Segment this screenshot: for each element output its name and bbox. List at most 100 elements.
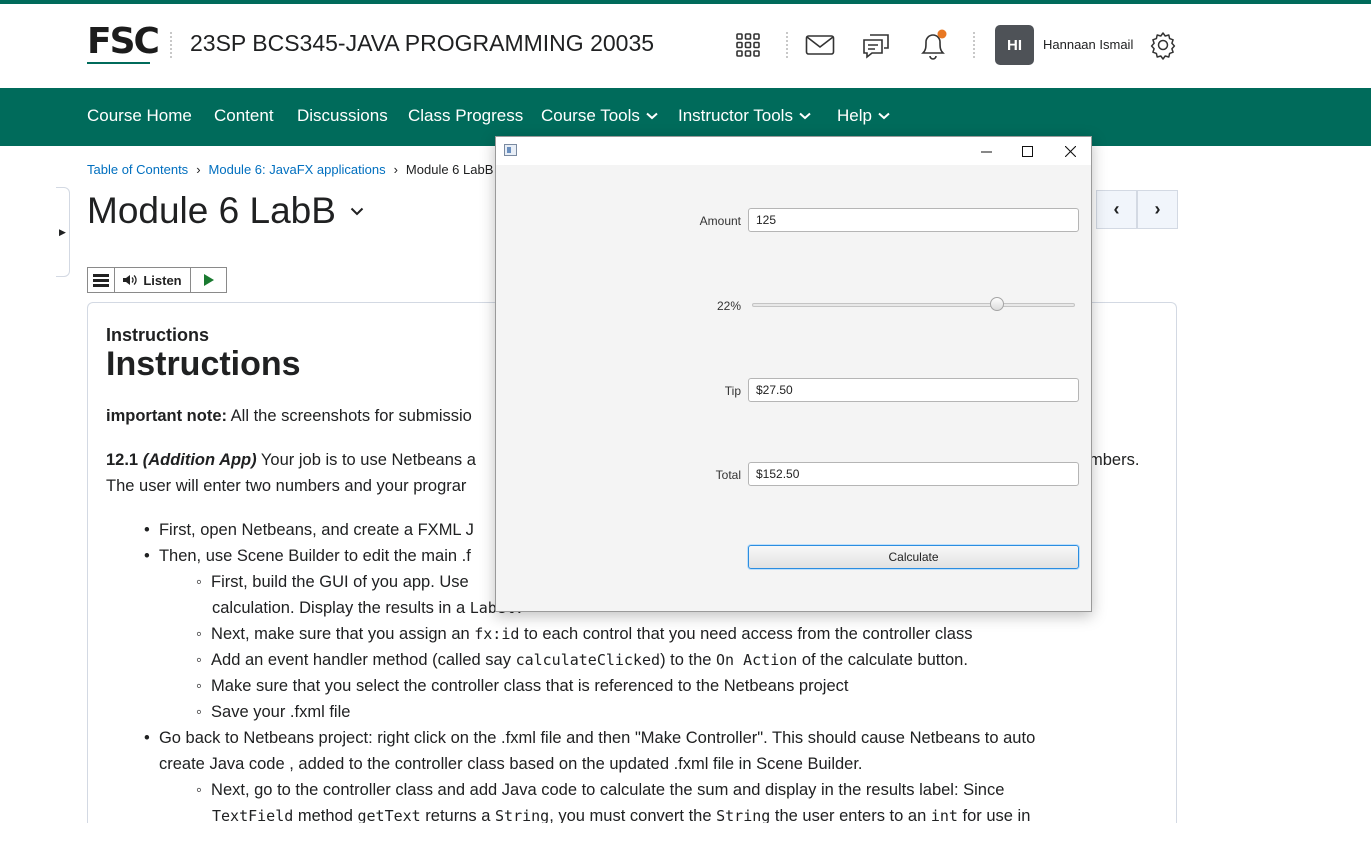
amount-field[interactable] [748, 208, 1079, 232]
list-item: • First, open Netbeans, and create a FXM… [144, 521, 474, 539]
nav-discussions[interactable]: Discussions [297, 106, 388, 126]
apps-grid-icon[interactable] [734, 31, 762, 59]
listen-button[interactable]: Listen [115, 268, 191, 292]
breadcrumb-table-of-contents[interactable]: Table of Contents [87, 162, 188, 177]
window-titlebar[interactable] [496, 137, 1091, 165]
breadcrumb-module-6[interactable]: Module 6: JavaFX applications [209, 162, 386, 177]
close-icon [1064, 145, 1076, 157]
list-item-text: Go back to Netbeans project: right click… [158, 729, 1036, 747]
close-button[interactable] [1050, 140, 1090, 162]
nav-help[interactable]: Help [837, 106, 890, 126]
list-item-text: the user enters to an [770, 807, 931, 823]
minimize-icon [980, 151, 992, 152]
chevron-down-icon [799, 112, 811, 120]
readspeaker-toolbar: Listen [87, 267, 227, 293]
breadcrumb-current: Module 6 LabB [405, 162, 494, 177]
nav-label: Discussions [297, 106, 388, 125]
play-button[interactable] [191, 268, 226, 292]
course-title[interactable]: 23SP BCS345-JAVA PROGRAMMING 20035 [190, 30, 654, 57]
calculate-label: Calculate [888, 550, 939, 564]
note-bold: important note: [106, 407, 227, 425]
list-item-text: Next, make sure that you assign an [211, 625, 475, 643]
chevron-down-icon[interactable] [350, 207, 364, 216]
menu-button[interactable] [88, 268, 115, 292]
list-item: ◦ Add an event handler method (called sa… [196, 651, 968, 669]
page-title-text: Module 6 LabB [87, 190, 336, 231]
breadcrumb-separator: › [196, 162, 201, 177]
listen-label: Listen [143, 272, 182, 288]
tip-slider-thumb[interactable] [990, 297, 1004, 311]
maximize-icon [1021, 145, 1033, 157]
divider [973, 32, 975, 58]
nav-label: Instructor Tools [678, 106, 793, 125]
tip-field[interactable] [748, 378, 1079, 402]
nav-class-progress[interactable]: Class Progress [408, 106, 523, 126]
list-item-continued: create Java code , added to the controll… [159, 755, 863, 773]
list-item-text: ) to the [660, 651, 717, 669]
page-title[interactable]: Module 6 LabB [87, 190, 364, 232]
list-item-text: for use in [957, 807, 1031, 823]
maximize-button[interactable] [1007, 140, 1047, 162]
bell-icon[interactable] [917, 28, 949, 62]
instructions-label: Instructions [106, 325, 210, 345]
list-item: ◦ First, build the GUI of you app. Use [196, 573, 469, 591]
list-item-text: First, build the GUI of you app. Use [211, 573, 469, 591]
side-panel-toggle[interactable]: ▶ [56, 187, 70, 277]
speaker-icon [123, 275, 137, 285]
list-item-text: method [293, 807, 358, 823]
code-text: String [495, 807, 550, 823]
previous-topic-button[interactable]: ‹ [1096, 190, 1137, 229]
list-item-continued: calculation. Display the results in a La… [212, 595, 524, 621]
gear-icon[interactable] [1148, 30, 1178, 60]
list-item-text: of the calculate button. [797, 651, 968, 669]
chevron-left-icon: ‹ [1113, 199, 1120, 219]
nav-label: Course Home [87, 106, 192, 125]
tip-label: Tip [724, 384, 741, 398]
tip-calculator-window: Amount 22% Tip Total Calculate [495, 136, 1092, 612]
tip-slider-track[interactable] [752, 303, 1075, 307]
play-icon [203, 274, 214, 286]
minimize-button[interactable] [966, 140, 1006, 162]
list-item-text: , you must convert the [549, 807, 717, 823]
list-item-text: Add an event handler method (called say [211, 651, 516, 669]
list-item: ◦ Save your .fxml file [196, 703, 351, 721]
avatar[interactable]: HI [995, 25, 1034, 65]
divider [786, 32, 788, 58]
list-item: • Then, use Scene Builder to edit the ma… [144, 547, 471, 565]
list-item-continued: TextField method getText returns a Strin… [212, 803, 1030, 823]
list-item-text: calculation. Display the results in a [212, 599, 470, 617]
total-field[interactable] [748, 462, 1079, 486]
list-item: ◦ Next, make sure that you assign an fx:… [196, 625, 973, 643]
list-item-text: Next, go to the controller class and add… [211, 781, 1005, 799]
code-text: getText [357, 807, 421, 823]
nav-label: Content [214, 106, 274, 125]
tip-percent-label: 22% [716, 299, 741, 313]
amount-label: Amount [699, 214, 741, 228]
list-item-text: Make sure that you select the controller… [211, 677, 849, 695]
user-name[interactable]: Hannaan Ismail [1043, 37, 1133, 52]
code-text: fx:id [474, 625, 520, 643]
next-topic-button[interactable]: › [1137, 190, 1178, 229]
list-item: ◦ Next, go to the controller class and a… [196, 781, 1005, 799]
code-text: int [930, 807, 958, 823]
exercise-12-1: 12.1 (Addition App) Your job is to use N… [106, 447, 476, 473]
exercise-line-2: The user will enter two numbers and your… [106, 477, 467, 495]
nav-course-home[interactable]: Course Home [87, 106, 192, 126]
calculate-button[interactable]: Calculate [748, 545, 1079, 569]
exercise-title: (Addition App) [142, 451, 257, 469]
total-label: Total [715, 468, 741, 482]
nav-course-tools[interactable]: Course Tools [541, 106, 658, 126]
caret-right-icon: ▶ [59, 226, 66, 237]
fsc-logo[interactable]: FSC [87, 24, 160, 60]
list-item-text: to each control that you need access fro… [519, 625, 973, 643]
instructions-heading: Instructions [106, 345, 301, 383]
nav-content[interactable]: Content [214, 106, 274, 126]
mail-icon[interactable] [804, 32, 836, 58]
app-icon [504, 144, 517, 156]
breadcrumb-separator: › [393, 162, 398, 177]
divider [170, 32, 172, 58]
nav-label: Course Tools [541, 106, 640, 125]
nav-instructor-tools[interactable]: Instructor Tools [678, 106, 811, 126]
chat-icon[interactable] [860, 30, 892, 60]
chevron-down-icon [646, 112, 658, 120]
